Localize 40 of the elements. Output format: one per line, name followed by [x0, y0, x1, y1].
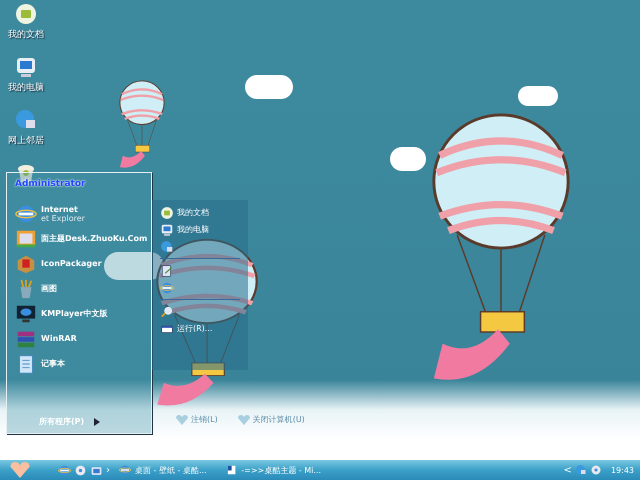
folder-icon	[160, 206, 174, 220]
place-item[interactable]: 我的电脑	[177, 224, 209, 235]
folder-icon	[14, 2, 38, 26]
heart-icon	[10, 462, 30, 478]
user-name: Administrator	[15, 179, 86, 189]
program-subtitle: et Explorer	[41, 214, 85, 222]
heart-icon	[176, 414, 188, 424]
magnifier-icon	[160, 304, 174, 318]
tray-expand-button[interactable]: <	[564, 464, 572, 476]
program-item[interactable]: 面主题Desk.ZhuoKu.Com	[41, 233, 148, 244]
program-item[interactable]: 记事本	[41, 358, 65, 369]
desktop-icon-label[interactable]: 我的电脑	[8, 81, 44, 94]
place-item[interactable]: 运行(R)...	[177, 323, 212, 334]
globe-computer-icon	[160, 240, 174, 254]
logoff-button[interactable]: 注销(L)	[191, 414, 218, 425]
panel-icon	[160, 264, 174, 278]
taskbar-button[interactable]: 桌面 - 壁纸 - 桌酷...	[116, 461, 217, 479]
computer-icon	[14, 55, 38, 79]
globe-icon	[119, 464, 131, 476]
computer-icon	[160, 222, 174, 236]
place-item[interactable]: 我的文档	[177, 207, 209, 218]
heart-icon	[238, 414, 250, 424]
taskbar-button[interactable]: -=>>桌酷主题 - Mi...	[223, 461, 324, 479]
desktop-icon-label[interactable]: 网上邻居	[8, 134, 44, 147]
chevron-button[interactable]: ›	[106, 464, 110, 476]
program-item[interactable]: 画图	[41, 283, 57, 294]
document-icon	[226, 464, 238, 476]
shutdown-button[interactable]: 关闭计算机(U)	[252, 414, 305, 425]
desktop-icon-label[interactable]: 我的文档	[8, 28, 44, 41]
program-item[interactable]: Internet	[41, 204, 85, 214]
globe-computer-icon	[574, 464, 587, 476]
arrow-icon	[94, 418, 100, 426]
clock: 19:43	[610, 466, 634, 474]
globe-icon	[58, 464, 71, 476]
program-item[interactable]: IconPackager	[41, 259, 102, 268]
globe-icon	[160, 280, 174, 294]
program-item[interactable]: WinRAR	[41, 334, 77, 343]
program-item[interactable]: KMPlayer中文版	[41, 308, 108, 319]
disc-icon	[74, 464, 87, 476]
disc-icon	[590, 464, 602, 476]
